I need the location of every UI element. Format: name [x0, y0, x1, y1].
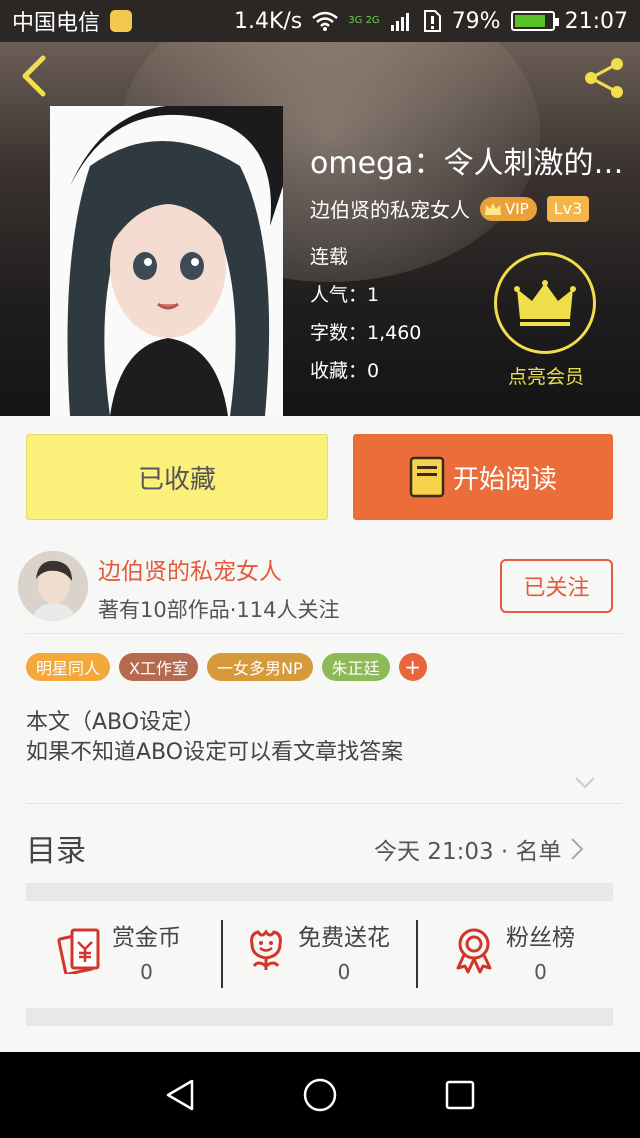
square-recents-icon	[445, 1080, 475, 1110]
divider	[26, 803, 622, 804]
book-icon	[409, 456, 445, 498]
stat-label: 免费送花	[298, 925, 390, 951]
share-icon	[585, 58, 623, 98]
book-popularity: 人气：1	[310, 284, 380, 306]
author-stats: 著有10部作品·114人关注	[98, 598, 340, 622]
tag-chip[interactable]: X工作室	[119, 653, 198, 681]
divider	[416, 920, 418, 988]
sim-alert-icon	[423, 10, 441, 32]
divider	[26, 633, 622, 634]
battery-icon	[510, 11, 559, 31]
triangle-back-icon	[166, 1079, 194, 1111]
circle-home-icon	[303, 1078, 337, 1112]
system-nav-bar	[0, 1052, 640, 1138]
stat-value: 0	[534, 960, 547, 984]
toc-update-text: 今天 21:03 · 名单	[374, 839, 562, 865]
book-description: 本文（ABO设定） 如果不知道ABO设定可以看文章找答案	[26, 708, 616, 768]
tag-chip[interactable]: 朱正廷	[321, 653, 390, 681]
description-line: 本文（ABO设定）	[26, 710, 206, 735]
book-favorites: 收藏：0	[310, 360, 380, 382]
send-flower-button[interactable]: 免费送花 0	[242, 918, 390, 984]
author-name[interactable]: 边伯贤的私宠女人	[98, 552, 282, 586]
red-envelope-icon	[57, 928, 100, 974]
tag-chip[interactable]: 明星同人	[26, 653, 111, 681]
description-line: 如果不知道ABO设定可以看文章找答案	[26, 740, 404, 765]
tag-list: 明星同人 X工作室 一女多男NP 朱正廷 +	[26, 653, 427, 681]
member-circle	[494, 252, 596, 354]
member-button[interactable]: 点亮会员	[494, 252, 598, 389]
stat-value: 0	[140, 960, 153, 984]
network-speed: 1.4K/s	[233, 8, 303, 34]
toc-update[interactable]: 今天 21:03 · 名单	[374, 832, 584, 866]
book-status: 连载	[310, 246, 349, 268]
chevron-right-icon	[570, 838, 583, 860]
stat-label: 赏金币	[112, 925, 181, 951]
author-line: 边伯贤的私宠女人 VIP Lv3	[310, 194, 590, 223]
clock: 21:07	[564, 8, 628, 34]
add-tag-button[interactable]: +	[398, 653, 427, 681]
stat-value: 0	[337, 960, 351, 984]
book-word-count: 字数：1,460	[310, 322, 422, 344]
wifi-icon	[312, 11, 339, 31]
reward-coins-button[interactable]: 赏金币 0	[56, 918, 181, 984]
fan-ranking-button[interactable]: 粉丝榜 0	[450, 918, 575, 984]
back-button[interactable]	[10, 52, 58, 100]
nav-home-button[interactable]	[298, 1073, 342, 1117]
tag-chip[interactable]: 一女多男NP	[206, 653, 313, 681]
battery-percent: 79%	[451, 8, 501, 34]
vip-label: VIP	[505, 199, 529, 218]
cover-illustration	[50, 106, 283, 416]
signal-icon	[390, 13, 409, 31]
book-title: omega：令人刺激的…	[310, 146, 624, 181]
crown-icon	[514, 280, 576, 326]
nav-back-button[interactable]	[158, 1073, 202, 1117]
start-reading-button[interactable]: 开始阅读	[353, 434, 613, 520]
book-author-name[interactable]: 边伯贤的私宠女人	[310, 194, 470, 223]
status-bar: 中国电信 1.4K/s 3G 2G 79% 21:07	[0, 0, 640, 42]
section-separator	[26, 1008, 613, 1026]
back-arrow-icon	[22, 55, 46, 97]
network-type: 3G 2G	[348, 15, 380, 26]
collected-button[interactable]: 已收藏	[26, 434, 328, 520]
flower-icon	[250, 929, 282, 970]
section-separator	[26, 883, 613, 901]
carrier-app-icon	[110, 10, 133, 32]
divider	[221, 920, 223, 988]
vip-badge: VIP	[480, 196, 537, 221]
crown-icon	[485, 202, 501, 215]
avatar-image	[18, 551, 88, 621]
start-reading-label: 开始阅读	[452, 464, 557, 495]
level-badge: Lv3	[546, 195, 590, 222]
book-header: omega：令人刺激的… 边伯贤的私宠女人 VIP Lv3 连载 人气：1 字数…	[0, 42, 640, 416]
medal-icon	[456, 928, 492, 974]
stat-label: 粉丝榜	[506, 925, 575, 951]
carrier-name: 中国电信	[12, 11, 101, 36]
member-label: 点亮会员	[507, 366, 584, 388]
nav-recents-button[interactable]	[438, 1073, 482, 1117]
expand-chevron-icon[interactable]	[574, 776, 596, 790]
share-button[interactable]	[578, 52, 630, 104]
author-avatar[interactable]	[18, 551, 88, 621]
follow-button[interactable]: 已关注	[500, 559, 613, 613]
book-cover[interactable]	[50, 106, 283, 416]
toc-title[interactable]: 目录	[26, 826, 86, 870]
